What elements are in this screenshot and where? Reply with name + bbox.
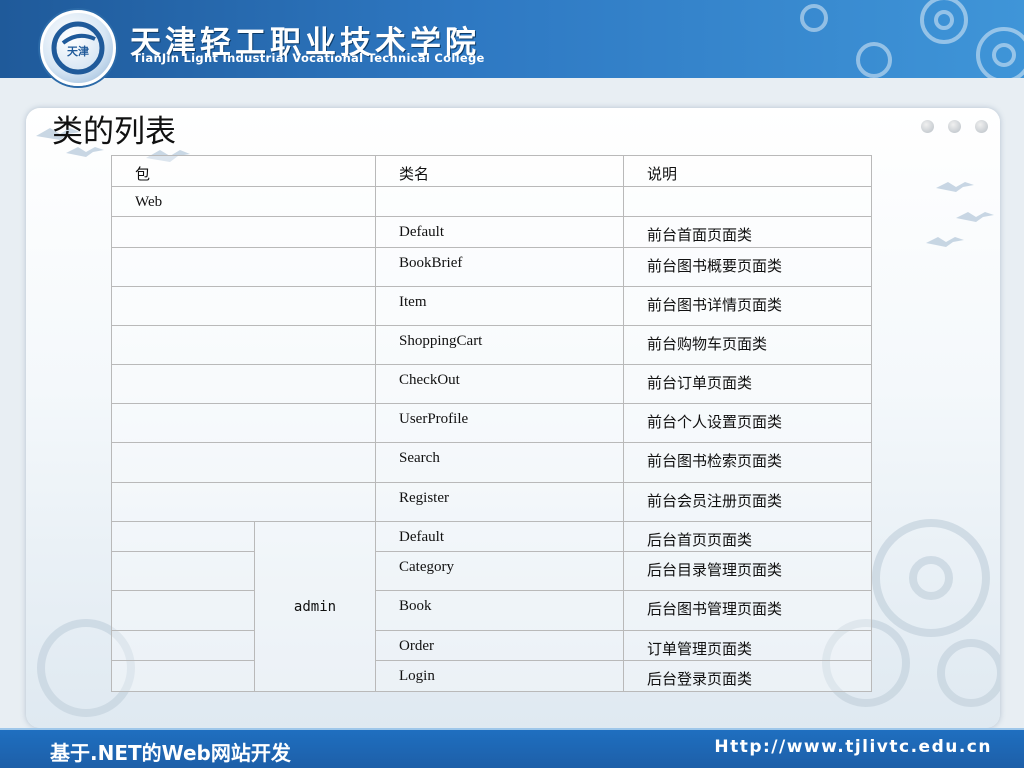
description-cell: 前台图书详情页面类 xyxy=(623,286,873,326)
package-cell xyxy=(111,660,255,692)
package-admin: admin xyxy=(253,521,377,692)
package-cell xyxy=(110,364,377,404)
description-cell: 后台首页页面类 xyxy=(623,521,873,552)
table-row: ShoppingCart 前台购物车页面类 xyxy=(110,325,873,365)
table-row: Web xyxy=(110,186,873,217)
description-cell: 前台订单页面类 xyxy=(623,364,873,404)
table-row: Login 后台登录页面类 xyxy=(111,660,873,692)
table-row: Category 后台目录管理页面类 xyxy=(111,551,873,591)
package-cell xyxy=(110,286,377,326)
slide-title: 类的列表 xyxy=(52,114,176,150)
class-name-cell: Default xyxy=(375,521,625,552)
logo-emblem-icon: 天津 xyxy=(51,21,105,75)
class-name-cell: Register xyxy=(375,482,625,522)
header-banner: 天津轻工职业技术学院 TianJin Light Industrial Voca… xyxy=(0,0,1024,78)
class-list-table: 包 类名 说明 Web Default 前台首面页面类 BookBrief 前台… xyxy=(110,155,873,692)
course-title: 基于.NET的Web网站开发 xyxy=(50,741,291,765)
college-url: Http://www.tjlivtc.edu.cn xyxy=(714,737,992,757)
table-row: Order 订单管理页面类 xyxy=(111,630,873,661)
package-cell xyxy=(110,247,377,287)
header-class-name: 类名 xyxy=(375,155,625,187)
class-name-cell: ShoppingCart xyxy=(375,325,625,365)
college-name-english: TianJin Light Industrial Vocational Tech… xyxy=(133,51,485,65)
table-row: UserProfile 前台个人设置页面类 xyxy=(110,403,873,443)
package-cell xyxy=(110,482,377,522)
description-cell xyxy=(623,186,873,217)
description-cell: 前台购物车页面类 xyxy=(623,325,873,365)
table-header-row: 包 类名 说明 xyxy=(110,155,873,187)
description-cell: 前台图书概要页面类 xyxy=(623,247,873,287)
class-name-cell xyxy=(375,186,625,217)
package-cell xyxy=(110,442,377,483)
class-name-cell: Default xyxy=(375,216,625,248)
package-cell xyxy=(110,403,377,443)
class-name-cell: CheckOut xyxy=(375,364,625,404)
package-cell xyxy=(110,325,377,365)
package-cell xyxy=(110,216,377,248)
description-cell: 前台个人设置页面类 xyxy=(623,403,873,443)
class-name-cell: Login xyxy=(375,660,625,692)
slide-dots xyxy=(921,120,988,133)
college-logo: 天津 xyxy=(40,10,116,86)
package-cell xyxy=(111,630,255,661)
table-row: BookBrief 前台图书概要页面类 xyxy=(110,247,873,287)
gears-decoration xyxy=(800,0,1024,78)
class-name-cell: Search xyxy=(375,442,625,483)
dot-icon xyxy=(921,120,934,133)
table-row: Item 前台图书详情页面类 xyxy=(110,286,873,326)
table-row: admin Default 后台首页页面类 xyxy=(111,521,873,692)
class-name-cell: Category xyxy=(375,551,625,591)
table-row: Search 前台图书检索页面类 xyxy=(110,442,873,483)
class-name-cell: Order xyxy=(375,630,625,661)
table-row: Book 后台图书管理页面类 xyxy=(111,590,873,631)
footer-bar: 基于.NET的Web网站开发 Http://www.tjlivtc.edu.cn xyxy=(0,728,1024,768)
description-cell: 前台首面页面类 xyxy=(623,216,873,248)
class-name-cell: BookBrief xyxy=(375,247,625,287)
description-cell: 后台目录管理页面类 xyxy=(623,551,873,591)
description-cell: 后台图书管理页面类 xyxy=(623,590,873,631)
dot-icon xyxy=(975,120,988,133)
description-cell: 前台图书检索页面类 xyxy=(623,442,873,483)
description-cell: 前台会员注册页面类 xyxy=(623,482,873,522)
table-row: CheckOut 前台订单页面类 xyxy=(110,364,873,404)
class-name-cell: Book xyxy=(375,590,625,631)
dot-icon xyxy=(948,120,961,133)
header-package: 包 xyxy=(110,155,377,187)
package-web: Web xyxy=(110,186,377,217)
header-description: 说明 xyxy=(623,155,873,187)
package-cell xyxy=(111,521,255,552)
package-cell xyxy=(111,551,255,591)
svg-text:天津: 天津 xyxy=(67,44,89,58)
description-cell: 订单管理页面类 xyxy=(623,630,873,661)
package-cell xyxy=(111,590,255,631)
class-name-cell: Item xyxy=(375,286,625,326)
class-name-cell: UserProfile xyxy=(375,403,625,443)
table-row: Register 前台会员注册页面类 xyxy=(110,482,873,522)
description-cell: 后台登录页面类 xyxy=(623,660,873,692)
table-row: Default 前台首面页面类 xyxy=(110,216,873,248)
